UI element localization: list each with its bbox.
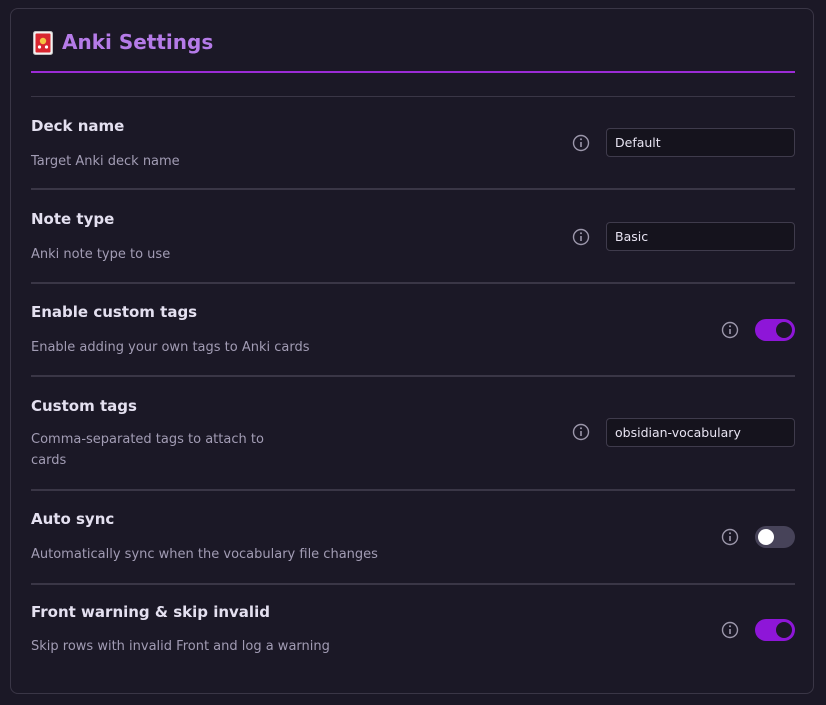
settings-header: Anki Settings (31, 29, 795, 73)
setting-row-deck-name: Deck name Target Anki deck name (31, 97, 795, 190)
setting-row-note-type: Note type Anki note type to use (31, 190, 795, 284)
setting-title: Custom tags (31, 397, 137, 415)
setting-title: Front warning & skip invalid (31, 603, 270, 621)
enable-custom-tags-toggle[interactable] (755, 319, 795, 341)
toggle-knob (776, 322, 792, 338)
toggle-knob (758, 529, 774, 545)
info-icon[interactable] (721, 321, 739, 339)
info-icon[interactable] (572, 423, 590, 441)
info-icon[interactable] (572, 134, 590, 152)
setting-title: Enable custom tags (31, 303, 198, 321)
setting-description: Enable adding your own tags to Anki card… (31, 340, 310, 355)
page-title: Anki Settings (62, 30, 214, 54)
deck-name-input[interactable] (606, 128, 795, 157)
info-icon[interactable] (721, 528, 739, 546)
front-warning-toggle[interactable] (755, 619, 795, 641)
setting-row-auto-sync: Auto sync Automatically sync when the vo… (31, 491, 795, 585)
setting-title: Auto sync (31, 510, 115, 528)
setting-description: Skip rows with invalid Front and log a w… (31, 639, 330, 654)
setting-row-custom-tags: Custom tags Comma-separated tags to atta… (31, 377, 795, 491)
anki-settings-panel: Anki Settings Deck name Target Anki deck… (10, 8, 814, 694)
flower-playing-cards-icon (33, 31, 53, 55)
info-icon[interactable] (721, 621, 739, 639)
toggle-knob (776, 622, 792, 638)
setting-description: Comma-separated tags to attach to cards (31, 432, 264, 468)
note-type-input[interactable] (606, 222, 795, 251)
setting-row-enable-custom-tags: Enable custom tags Enable adding your ow… (31, 284, 795, 377)
setting-description: Target Anki deck name (31, 154, 180, 169)
setting-description: Automatically sync when the vocabulary f… (31, 547, 378, 562)
info-icon[interactable] (572, 228, 590, 246)
setting-description: Anki note type to use (31, 247, 171, 262)
setting-row-front-warning: Front warning & skip invalid Skip rows w… (31, 585, 795, 678)
setting-title: Note type (31, 210, 115, 228)
auto-sync-toggle[interactable] (755, 526, 795, 548)
custom-tags-input[interactable] (606, 418, 795, 447)
setting-title: Deck name (31, 117, 125, 135)
